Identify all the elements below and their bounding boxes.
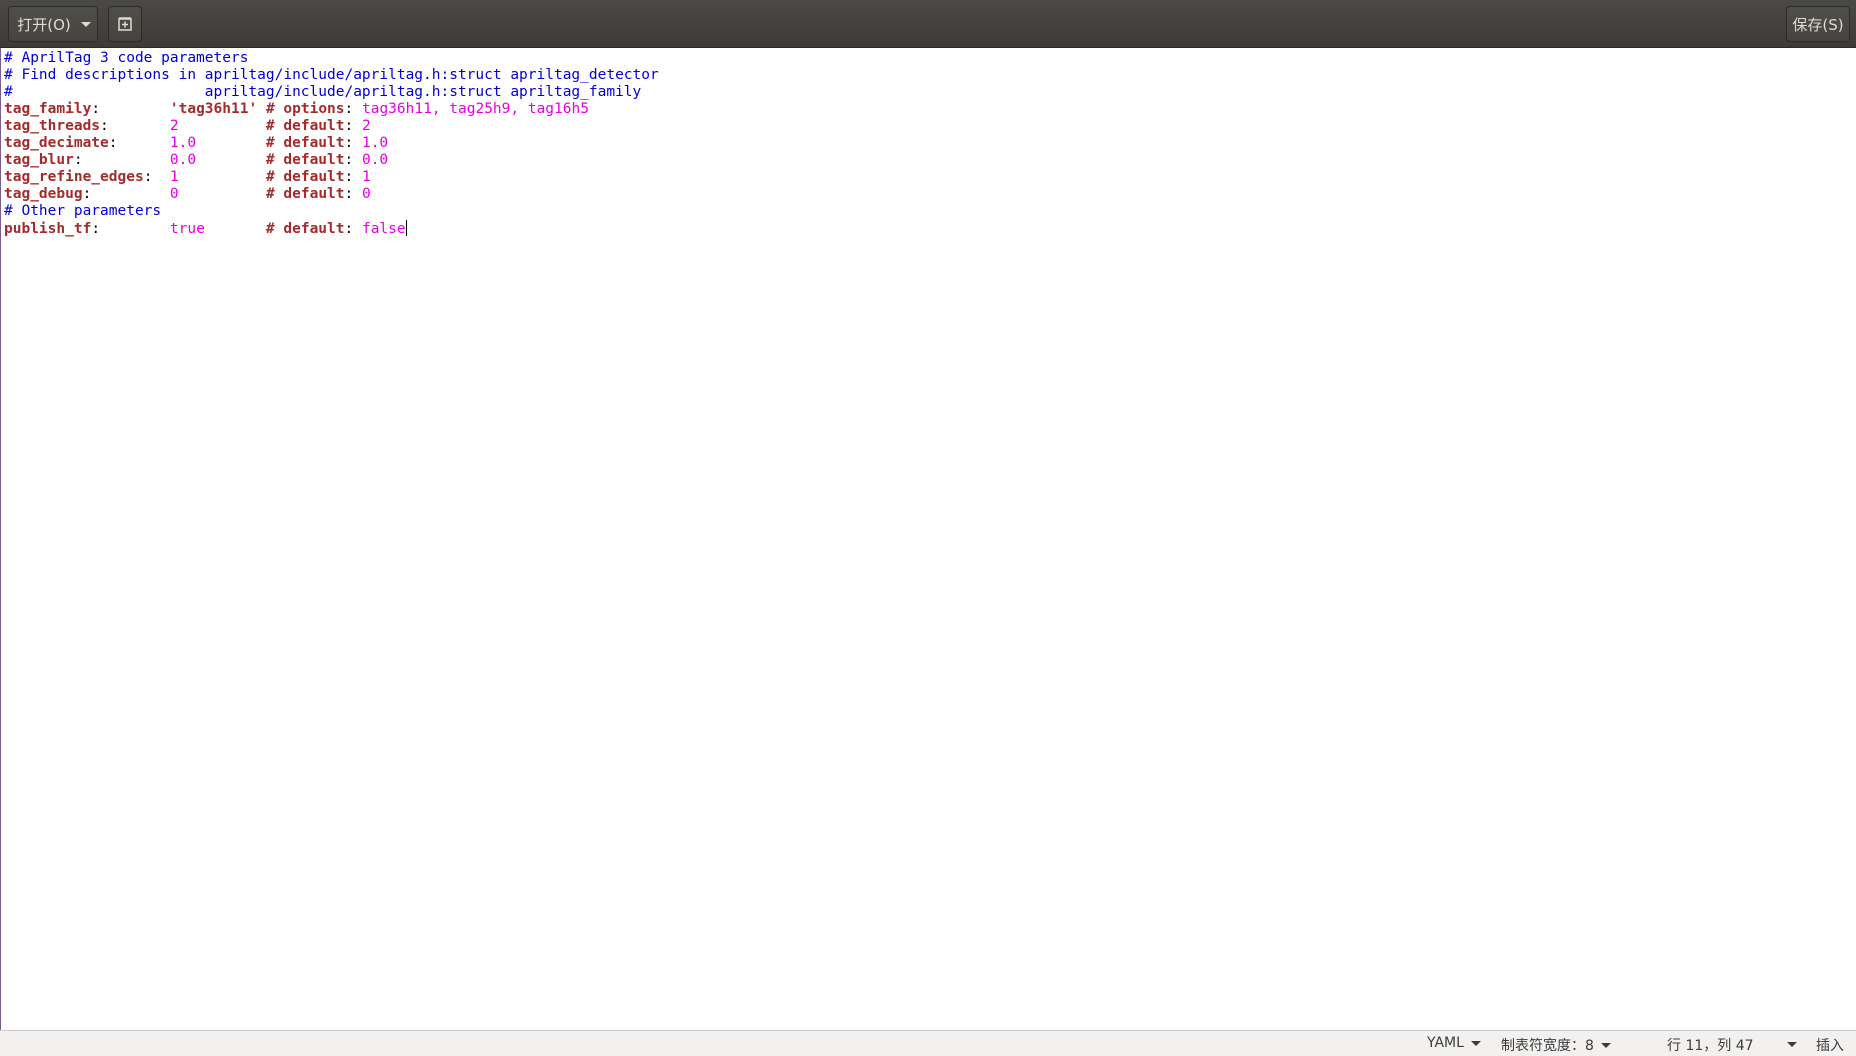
code-token: # options	[265, 101, 345, 117]
code-token: :	[82, 186, 170, 202]
code-token: tag_debug	[4, 186, 83, 202]
code-token: tag36h11, tag25h9, tag16h5	[361, 101, 589, 117]
code-token: # apriltag/include/apriltag.h:struct apr…	[4, 84, 642, 100]
code-token: 0.0	[169, 152, 197, 168]
code-line: tag_threads: 2 # default: 2	[4, 118, 659, 135]
code-token: :	[344, 152, 362, 168]
chevron-down-icon	[1787, 1042, 1797, 1047]
open-button[interactable]: 打开(O)	[8, 6, 98, 42]
code-token: true	[169, 221, 205, 237]
cursor-position[interactable]: 行 11，列 47	[1667, 1035, 1754, 1055]
text-cursor	[405, 220, 407, 236]
code-token: 1.0	[361, 135, 389, 151]
code-line: tag_refine_edges: 1 # default: 1	[4, 169, 659, 186]
code-token: # Find descriptions in apriltag/include/…	[4, 67, 659, 83]
code-token: :	[344, 186, 362, 202]
code-token: tag_decimate	[4, 135, 109, 151]
code-token: :	[344, 221, 362, 237]
chevron-down-icon	[1470, 1040, 1481, 1046]
code-token: # default	[265, 186, 345, 202]
code-line: # Other parameters	[4, 203, 659, 220]
code-token: 0.0	[361, 152, 389, 168]
code-token: # default	[265, 169, 345, 185]
code-line: # AprilTag 3 code parameters	[4, 50, 659, 67]
code-line: tag_blur: 0.0 # default: 0.0	[4, 152, 659, 169]
code-line: tag_decimate: 1.0 # default: 1.0	[4, 135, 659, 152]
code-token: 0	[169, 186, 179, 202]
code-token: 1	[169, 169, 179, 185]
code-token: :	[344, 169, 362, 185]
code-token: # default	[265, 221, 345, 237]
tab-width-label: 制表符宽度：8	[1501, 1038, 1594, 1054]
cursor-position-label: 行 11，列 47	[1667, 1038, 1754, 1054]
code-token: tag_refine_edges	[4, 169, 144, 185]
code-token: 2	[169, 118, 179, 134]
code-token: :	[91, 101, 170, 117]
insert-mode-label: 插入	[1816, 1038, 1844, 1054]
code-token: :	[100, 118, 170, 134]
code-token: :	[344, 118, 362, 134]
code-token: 0	[361, 186, 371, 202]
code-token: 2	[361, 118, 371, 134]
code-token: :	[108, 135, 170, 151]
code-token: false	[361, 221, 406, 237]
code-token: tag_family	[4, 101, 92, 117]
code-token: tag_threads	[4, 118, 101, 134]
code-token: 1.0	[169, 135, 197, 151]
code-token: 'tag36h11'	[169, 101, 258, 117]
status-bar: YAML 制表符宽度：8 行 11，列 47 插入	[0, 1030, 1856, 1056]
save-button[interactable]: 保存(S)	[1786, 6, 1850, 42]
chevron-down-icon	[1600, 1042, 1611, 1048]
new-tab-icon	[118, 17, 132, 31]
code-token: :	[344, 101, 362, 117]
code-token: 1	[361, 169, 371, 185]
language-selector[interactable]: YAML	[1427, 1035, 1481, 1051]
code-token: # default	[265, 118, 345, 134]
insert-mode-indicator[interactable]: 插入	[1816, 1035, 1844, 1055]
code-token: :	[73, 152, 170, 168]
code-token: publish_tf	[4, 221, 92, 237]
text-editor[interactable]: # AprilTag 3 code parameters # Find descr…	[0, 48, 1856, 1030]
gedit-window: 打开(O) 保存(S) # AprilTag 3 code parameters…	[0, 0, 1856, 1056]
cursor-position-menu[interactable]	[1780, 1042, 1797, 1047]
code-token: # Other parameters	[4, 203, 162, 219]
save-button-label: 保存(S)	[1792, 15, 1844, 34]
code-token: # AprilTag 3 code parameters	[4, 50, 249, 66]
code-token: tag_blur	[4, 152, 74, 168]
code-view[interactable]: # AprilTag 3 code parameters # Find descr…	[4, 50, 659, 237]
code-token: :	[344, 135, 362, 151]
language-label: YAML	[1427, 1035, 1464, 1051]
code-line: # apriltag/include/apriltag.h:struct apr…	[4, 84, 659, 101]
code-line: # Find descriptions in apriltag/include/…	[4, 67, 659, 84]
code-token: :	[143, 169, 170, 185]
code-token: # default	[265, 135, 345, 151]
open-button-label: 打开(O)	[17, 15, 71, 34]
code-line: publish_tf: true # default: false	[4, 220, 659, 237]
header-bar: 打开(O) 保存(S)	[0, 0, 1856, 48]
code-line: tag_debug: 0 # default: 0	[4, 186, 659, 203]
tab-width-selector[interactable]: 制表符宽度：8	[1501, 1035, 1611, 1055]
chevron-down-icon	[80, 21, 91, 27]
new-document-button[interactable]	[108, 6, 142, 42]
code-token: # default	[265, 152, 345, 168]
code-line: tag_family: 'tag36h11' # options: tag36h…	[4, 101, 659, 118]
code-token: :	[91, 221, 170, 237]
